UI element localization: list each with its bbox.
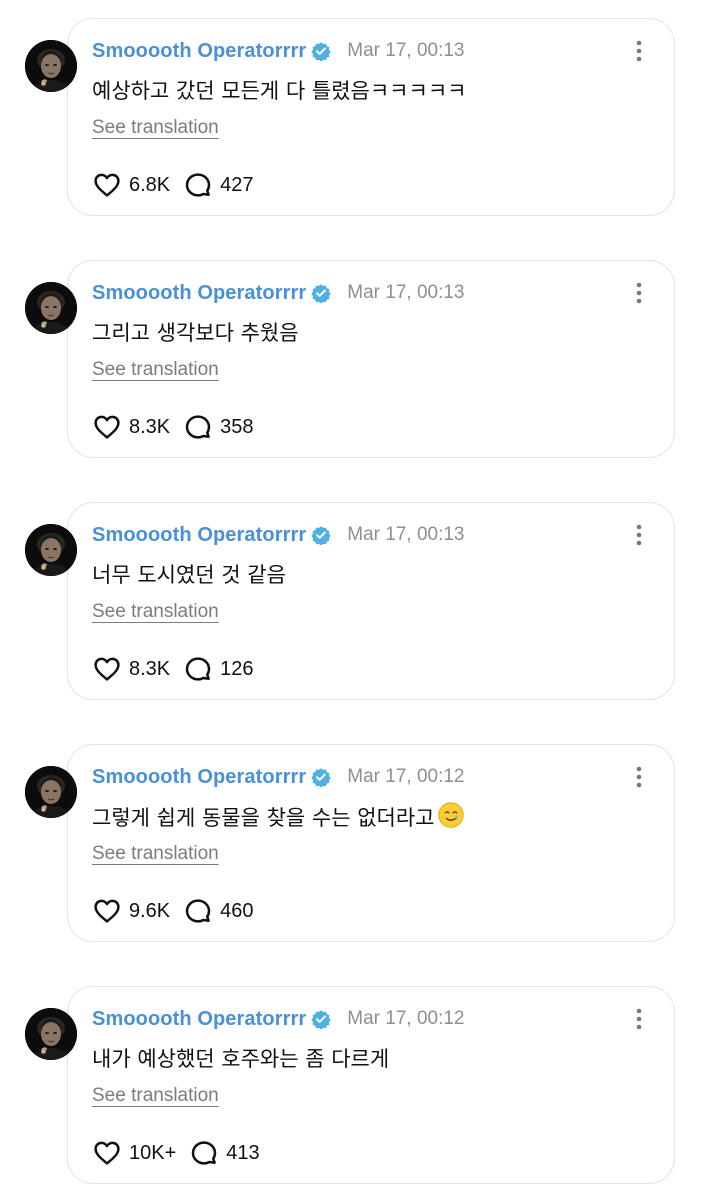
verified-badge-icon: [311, 767, 331, 787]
avatar[interactable]: [25, 524, 77, 576]
post-text-content: 그렇게 쉽게 동물을 찾을 수는 없더라고: [92, 806, 435, 830]
heart-icon: [92, 896, 122, 926]
post-actions: 8.3K 358: [92, 412, 254, 442]
post-actions: 10K+ 413: [92, 1138, 260, 1168]
reply-count: 413: [226, 1141, 260, 1164]
post-text-content: 내가 예상했던 호주와는 좀 다르게: [92, 1047, 390, 1071]
username-link[interactable]: Smooooth Operatorrrr: [92, 282, 306, 305]
reply-bubble-icon: [183, 654, 213, 684]
more-options-icon[interactable]: [630, 523, 648, 547]
post-text: 너무 도시였던 것 같음: [92, 559, 286, 589]
see-translation-link[interactable]: See translation: [92, 359, 219, 381]
reply-bubble-icon: [183, 170, 213, 200]
heart-icon: [92, 170, 122, 200]
heart-icon: [92, 1138, 122, 1168]
post-header: Smooooth Operatorrrr Mar 17, 00:13: [92, 38, 465, 64]
avatar[interactable]: [25, 1008, 77, 1060]
post-text-content: 그리고 생각보다 추웠음: [92, 321, 299, 345]
post-header: Smooooth Operatorrrr Mar 17, 00:12: [92, 764, 465, 790]
thread-post: Smooooth Operatorrrr Mar 17, 00:13 그리고 생…: [0, 260, 704, 462]
reply-button[interactable]: 427: [183, 170, 254, 200]
avatar[interactable]: [25, 40, 77, 92]
like-button[interactable]: 10K+: [92, 1138, 176, 1168]
post-header: Smooooth Operatorrrr Mar 17, 00:13: [92, 280, 465, 306]
thread-post: Smooooth Operatorrrr Mar 17, 00:13 예상하고 …: [0, 18, 704, 220]
username-link[interactable]: Smooooth Operatorrrr: [92, 1008, 306, 1031]
avatar[interactable]: [25, 282, 77, 334]
post-text: 예상하고 갔던 모든게 다 틀렸음ㅋㅋㅋㅋㅋ: [92, 75, 466, 105]
reply-count: 126: [220, 657, 254, 680]
like-button[interactable]: 8.3K: [92, 412, 170, 442]
smiling-face-with-tear-icon: [437, 801, 465, 834]
post-card[interactable]: Smooooth Operatorrrr Mar 17, 00:13 그리고 생…: [67, 260, 675, 458]
reply-bubble-icon: [183, 412, 213, 442]
verified-badge-icon: [311, 41, 331, 61]
username-link[interactable]: Smooooth Operatorrrr: [92, 524, 306, 547]
see-translation-link[interactable]: See translation: [92, 1085, 219, 1107]
post-text-content: 예상하고 갔던 모든게 다 틀렸음ㅋㅋㅋㅋㅋ: [92, 79, 467, 103]
post-timestamp: Mar 17, 00:13: [347, 282, 465, 303]
like-count: 8.3K: [129, 657, 171, 680]
username-link[interactable]: Smooooth Operatorrrr: [92, 766, 306, 789]
post-actions: 6.8K 427: [92, 170, 254, 200]
avatar[interactable]: [25, 766, 77, 818]
more-options-icon[interactable]: [630, 39, 648, 63]
like-count: 8.3K: [129, 415, 171, 438]
like-button[interactable]: 8.3K: [92, 654, 170, 684]
heart-icon: [92, 654, 122, 684]
post-timestamp: Mar 17, 00:12: [347, 1008, 465, 1029]
reply-count: 460: [220, 899, 254, 922]
post-card[interactable]: Smooooth Operatorrrr Mar 17, 00:12 내가 예상…: [67, 986, 675, 1184]
post-timestamp: Mar 17, 00:13: [347, 40, 465, 61]
thread-post: Smooooth Operatorrrr Mar 17, 00:12 그렇게 쉽…: [0, 744, 704, 946]
post-actions: 9.6K 460: [92, 896, 254, 926]
post-card[interactable]: Smooooth Operatorrrr Mar 17, 00:12 그렇게 쉽…: [67, 744, 675, 942]
like-count: 6.8K: [129, 173, 171, 196]
post-text: 그렇게 쉽게 동물을 찾을 수는 없더라고: [92, 801, 465, 834]
post-timestamp: Mar 17, 00:13: [347, 524, 465, 545]
reply-button[interactable]: 413: [189, 1138, 260, 1168]
verified-badge-icon: [311, 283, 331, 303]
see-translation-link[interactable]: See translation: [92, 601, 219, 623]
post-actions: 8.3K 126: [92, 654, 254, 684]
heart-icon: [92, 412, 122, 442]
more-options-icon[interactable]: [630, 1007, 648, 1031]
post-timestamp: Mar 17, 00:12: [347, 766, 465, 787]
username-link[interactable]: Smooooth Operatorrrr: [92, 40, 306, 63]
see-translation-link[interactable]: See translation: [92, 843, 219, 865]
like-button[interactable]: 9.6K: [92, 896, 170, 926]
thread-post: Smooooth Operatorrrr Mar 17, 00:13 너무 도시…: [0, 502, 704, 704]
like-button[interactable]: 6.8K: [92, 170, 170, 200]
reply-bubble-icon: [183, 896, 213, 926]
like-count: 9.6K: [129, 899, 171, 922]
reply-bubble-icon: [189, 1138, 219, 1168]
thread-feed: Smooooth Operatorrrr Mar 17, 00:13 예상하고 …: [0, 0, 704, 1200]
reply-count: 358: [220, 415, 254, 438]
reply-button[interactable]: 358: [183, 412, 254, 442]
reply-count: 427: [220, 173, 254, 196]
post-card[interactable]: Smooooth Operatorrrr Mar 17, 00:13 너무 도시…: [67, 502, 675, 700]
thread-post: Smooooth Operatorrrr Mar 17, 00:12 내가 예상…: [0, 986, 704, 1188]
verified-badge-icon: [311, 1009, 331, 1029]
reply-button[interactable]: 460: [183, 896, 254, 926]
post-header: Smooooth Operatorrrr Mar 17, 00:13: [92, 522, 465, 548]
post-text-content: 너무 도시였던 것 같음: [92, 563, 286, 587]
see-translation-link[interactable]: See translation: [92, 117, 219, 139]
verified-badge-icon: [311, 525, 331, 545]
more-options-icon[interactable]: [630, 765, 648, 789]
post-text: 그리고 생각보다 추웠음: [92, 317, 299, 347]
post-text: 내가 예상했던 호주와는 좀 다르게: [92, 1043, 389, 1073]
reply-button[interactable]: 126: [183, 654, 254, 684]
post-header: Smooooth Operatorrrr Mar 17, 00:12: [92, 1006, 465, 1032]
more-options-icon[interactable]: [630, 281, 648, 305]
like-count: 10K+: [129, 1141, 177, 1164]
post-card[interactable]: Smooooth Operatorrrr Mar 17, 00:13 예상하고 …: [67, 18, 675, 216]
